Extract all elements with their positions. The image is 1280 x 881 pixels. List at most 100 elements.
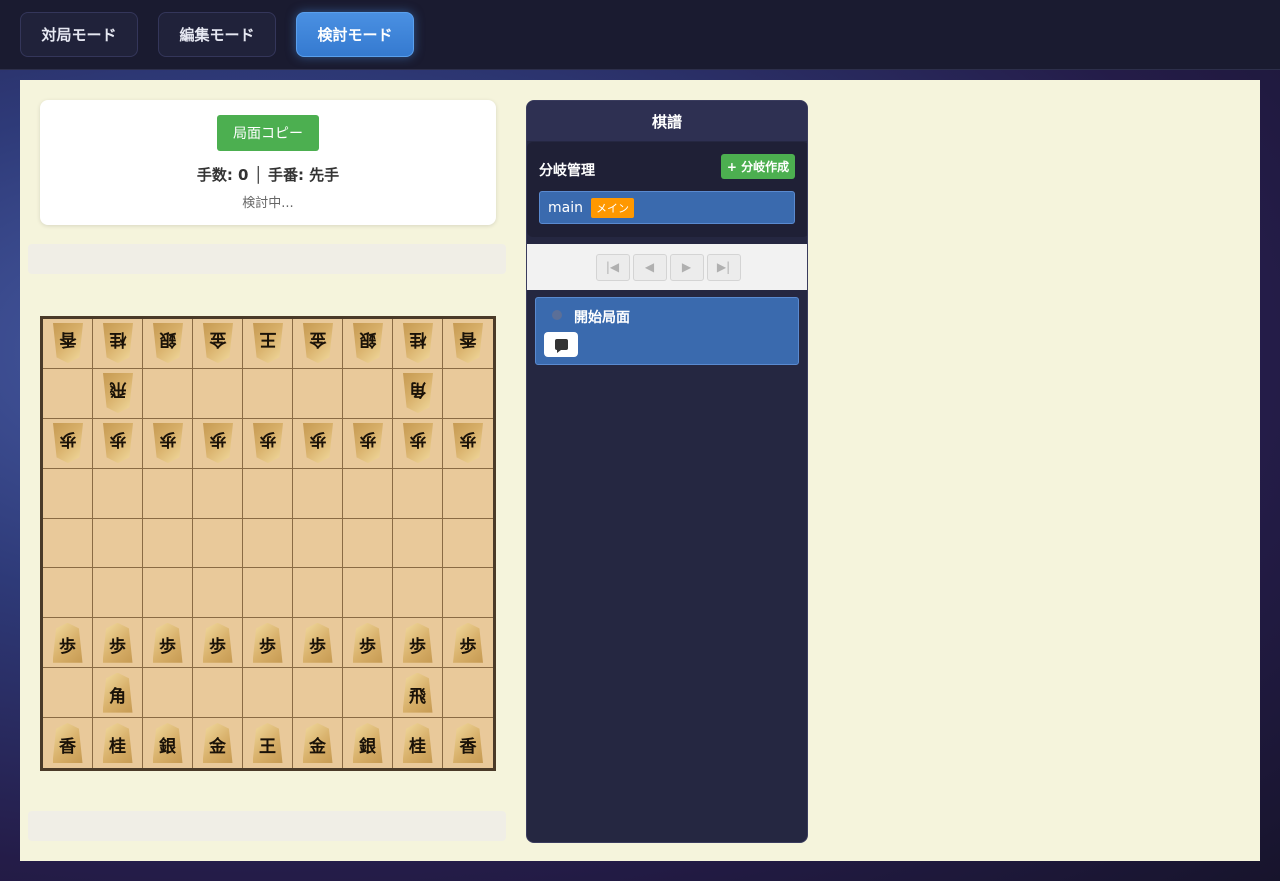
board-square[interactable]: 金 xyxy=(293,319,343,369)
board-square[interactable]: 歩 xyxy=(193,618,243,669)
board-square[interactable]: 桂 xyxy=(393,718,443,768)
board-square[interactable]: 歩 xyxy=(393,618,443,669)
board-square[interactable] xyxy=(293,668,343,719)
board-square[interactable]: 歩 xyxy=(393,418,443,469)
board-square[interactable] xyxy=(243,518,293,569)
board-square[interactable] xyxy=(343,468,393,519)
board-square[interactable] xyxy=(193,368,243,419)
board-square[interactable]: 香 xyxy=(43,319,93,369)
board-square[interactable] xyxy=(43,668,93,719)
gote-piece[interactable]: 香 xyxy=(53,323,83,363)
board-square[interactable] xyxy=(293,368,343,419)
gote-piece[interactable]: 歩 xyxy=(203,423,233,463)
board-square[interactable]: 王 xyxy=(243,319,293,369)
board-square[interactable]: 歩 xyxy=(143,618,193,669)
board-square[interactable] xyxy=(43,368,93,419)
sente-piece[interactable]: 金 xyxy=(202,723,233,764)
board-square[interactable]: 歩 xyxy=(443,419,493,469)
sente-piece[interactable]: 歩 xyxy=(402,622,433,663)
gote-piece[interactable]: 飛 xyxy=(103,373,133,413)
board-square[interactable] xyxy=(243,368,293,419)
board-square[interactable] xyxy=(343,518,393,569)
board-square[interactable] xyxy=(393,568,443,619)
board-square[interactable]: 角 xyxy=(393,368,443,419)
board-square[interactable]: 歩 xyxy=(243,618,293,669)
sente-piece[interactable]: 歩 xyxy=(202,622,233,663)
gote-piece[interactable]: 歩 xyxy=(403,423,433,463)
sente-piece[interactable]: 歩 xyxy=(252,622,283,663)
board-square[interactable]: 桂 xyxy=(93,718,143,768)
sente-piece[interactable]: 香 xyxy=(52,723,83,764)
board-square[interactable]: 歩 xyxy=(43,418,93,469)
board-square[interactable] xyxy=(443,519,493,569)
board-square[interactable] xyxy=(93,568,143,619)
gote-piece[interactable]: 金 xyxy=(303,323,333,363)
last-move-button[interactable]: ▶| xyxy=(706,253,741,281)
board-square[interactable]: 銀 xyxy=(343,718,393,768)
gote-piece[interactable]: 歩 xyxy=(53,423,83,463)
board-square[interactable]: 飛 xyxy=(93,368,143,419)
board-square[interactable] xyxy=(443,568,493,619)
board-square[interactable]: 歩 xyxy=(43,618,93,669)
sente-piece[interactable]: 歩 xyxy=(102,622,133,663)
board-square[interactable]: 銀 xyxy=(343,319,393,369)
sente-piece[interactable]: 歩 xyxy=(52,622,83,663)
board-square[interactable]: 桂 xyxy=(393,319,443,369)
mode-button-play[interactable]: 対局モード xyxy=(20,12,138,57)
board-square[interactable] xyxy=(93,518,143,569)
gote-piece[interactable]: 香 xyxy=(453,323,483,363)
board-square[interactable] xyxy=(293,568,343,619)
board-square[interactable] xyxy=(143,368,193,419)
sente-piece[interactable]: 桂 xyxy=(402,723,433,764)
board-square[interactable]: 歩 xyxy=(243,418,293,469)
board-square[interactable] xyxy=(193,668,243,719)
board-square[interactable] xyxy=(293,518,343,569)
board-square[interactable]: 歩 xyxy=(93,618,143,669)
board-square[interactable]: 銀 xyxy=(143,319,193,369)
gote-piece[interactable]: 王 xyxy=(253,323,283,363)
board-square[interactable]: 歩 xyxy=(143,418,193,469)
comment-button[interactable] xyxy=(544,332,578,357)
first-move-button[interactable]: |◀ xyxy=(595,253,630,281)
sente-piece[interactable]: 歩 xyxy=(352,622,383,663)
board-square[interactable] xyxy=(143,668,193,719)
sente-piece[interactable]: 銀 xyxy=(152,723,183,764)
board-square[interactable]: 王 xyxy=(243,718,293,768)
gote-piece[interactable]: 歩 xyxy=(453,423,483,463)
board-square[interactable]: 飛 xyxy=(393,668,443,719)
board-square[interactable] xyxy=(193,568,243,619)
board-square[interactable] xyxy=(243,668,293,719)
board-square[interactable]: 歩 xyxy=(293,618,343,669)
board-square[interactable]: 桂 xyxy=(93,319,143,369)
board-square[interactable]: 銀 xyxy=(143,718,193,768)
board-square[interactable] xyxy=(43,568,93,619)
gote-piece[interactable]: 歩 xyxy=(303,423,333,463)
copy-position-button[interactable]: 局面コピー xyxy=(217,115,319,151)
board-square[interactable] xyxy=(393,468,443,519)
sente-piece[interactable]: 角 xyxy=(102,672,133,713)
board-square[interactable]: 歩 xyxy=(93,418,143,469)
board-square[interactable] xyxy=(143,468,193,519)
next-move-button[interactable]: ▶ xyxy=(669,253,704,281)
board-square[interactable]: 金 xyxy=(193,319,243,369)
add-branch-button[interactable]: + 分岐作成 xyxy=(721,154,795,179)
gote-piece[interactable]: 金 xyxy=(203,323,233,363)
sente-piece[interactable]: 香 xyxy=(453,723,483,764)
sente-piece[interactable]: 金 xyxy=(302,723,333,764)
gote-piece[interactable]: 歩 xyxy=(103,423,133,463)
gote-piece[interactable]: 桂 xyxy=(103,323,133,363)
board-square[interactable] xyxy=(443,469,493,519)
board-square[interactable] xyxy=(393,518,443,569)
board-square[interactable]: 歩 xyxy=(293,418,343,469)
board-square[interactable]: 金 xyxy=(193,718,243,768)
board-square[interactable]: 金 xyxy=(293,718,343,768)
gote-piece[interactable]: 歩 xyxy=(353,423,383,463)
board-square[interactable]: 香 xyxy=(443,718,493,768)
gote-piece[interactable]: 歩 xyxy=(253,423,283,463)
gote-piece[interactable]: 歩 xyxy=(153,423,183,463)
board-square[interactable] xyxy=(343,668,393,719)
board-square[interactable]: 歩 xyxy=(343,618,393,669)
sente-piece[interactable]: 飛 xyxy=(402,672,433,713)
sente-piece[interactable]: 歩 xyxy=(453,622,483,663)
board-square[interactable] xyxy=(243,468,293,519)
